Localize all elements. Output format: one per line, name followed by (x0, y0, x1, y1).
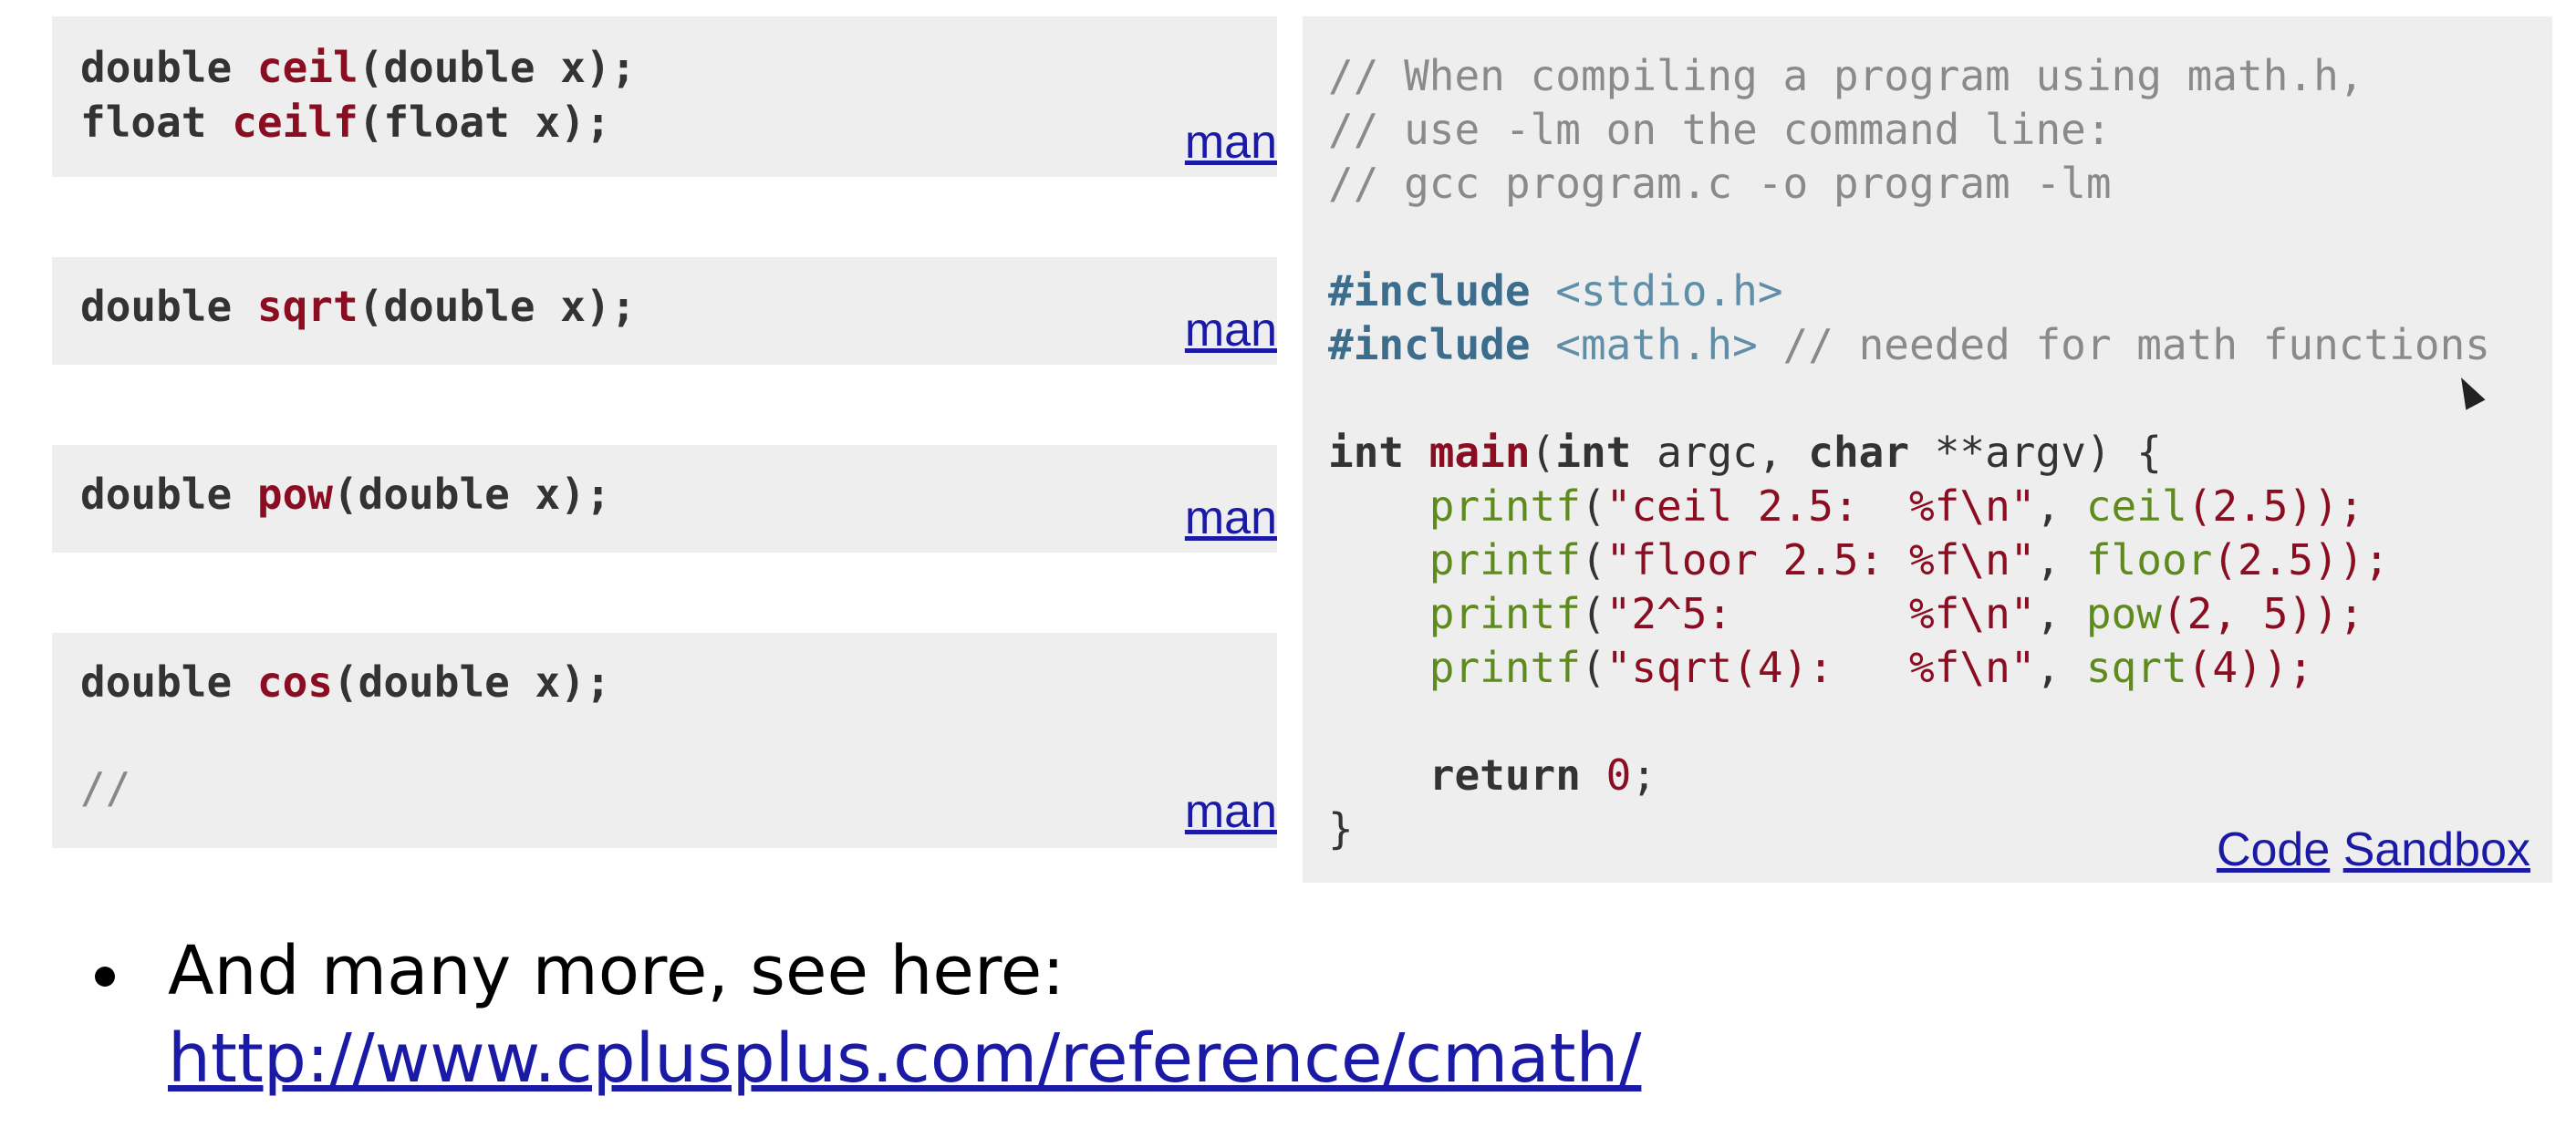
sqrt-man-link[interactable]: man (1185, 303, 1277, 357)
cos-man-link[interactable]: man (1185, 784, 1277, 839)
code-links: Code Sandbox (2217, 822, 2530, 877)
pow-man-link[interactable]: man (1185, 491, 1277, 545)
sqrt-signature: double sqrt(double x); (80, 282, 637, 331)
bullet-dot-icon (95, 967, 115, 987)
ceil-man-link[interactable]: man (1185, 115, 1277, 170)
bullet-text: And many more, see here: (168, 932, 1065, 1010)
sqrt-signature-box: double sqrt(double x); man (52, 257, 1277, 365)
cos-comment: // (80, 763, 131, 812)
reference-link[interactable]: http://www.cplusplus.com/reference/cmath… (168, 1019, 1641, 1098)
code-example-panel: // When compiling a program using math.h… (1303, 16, 2552, 883)
cos-signature: double cos(double x); (80, 657, 611, 707)
pow-signature-box: double pow(double x); man (52, 445, 1277, 553)
code-link[interactable]: Code (2217, 823, 2330, 876)
code-listing: // When compiling a program using math.h… (1328, 51, 2490, 854)
sandbox-link[interactable]: Sandbox (2343, 823, 2530, 876)
pow-signature: double pow(double x); (80, 470, 611, 519)
cos-signature-box: double cos(double x); // man (52, 633, 1277, 848)
ceil-signature-box: double ceil(double x); float ceilf(float… (52, 16, 1277, 177)
ceil-signature: double ceil(double x); float ceilf(float… (80, 43, 637, 147)
